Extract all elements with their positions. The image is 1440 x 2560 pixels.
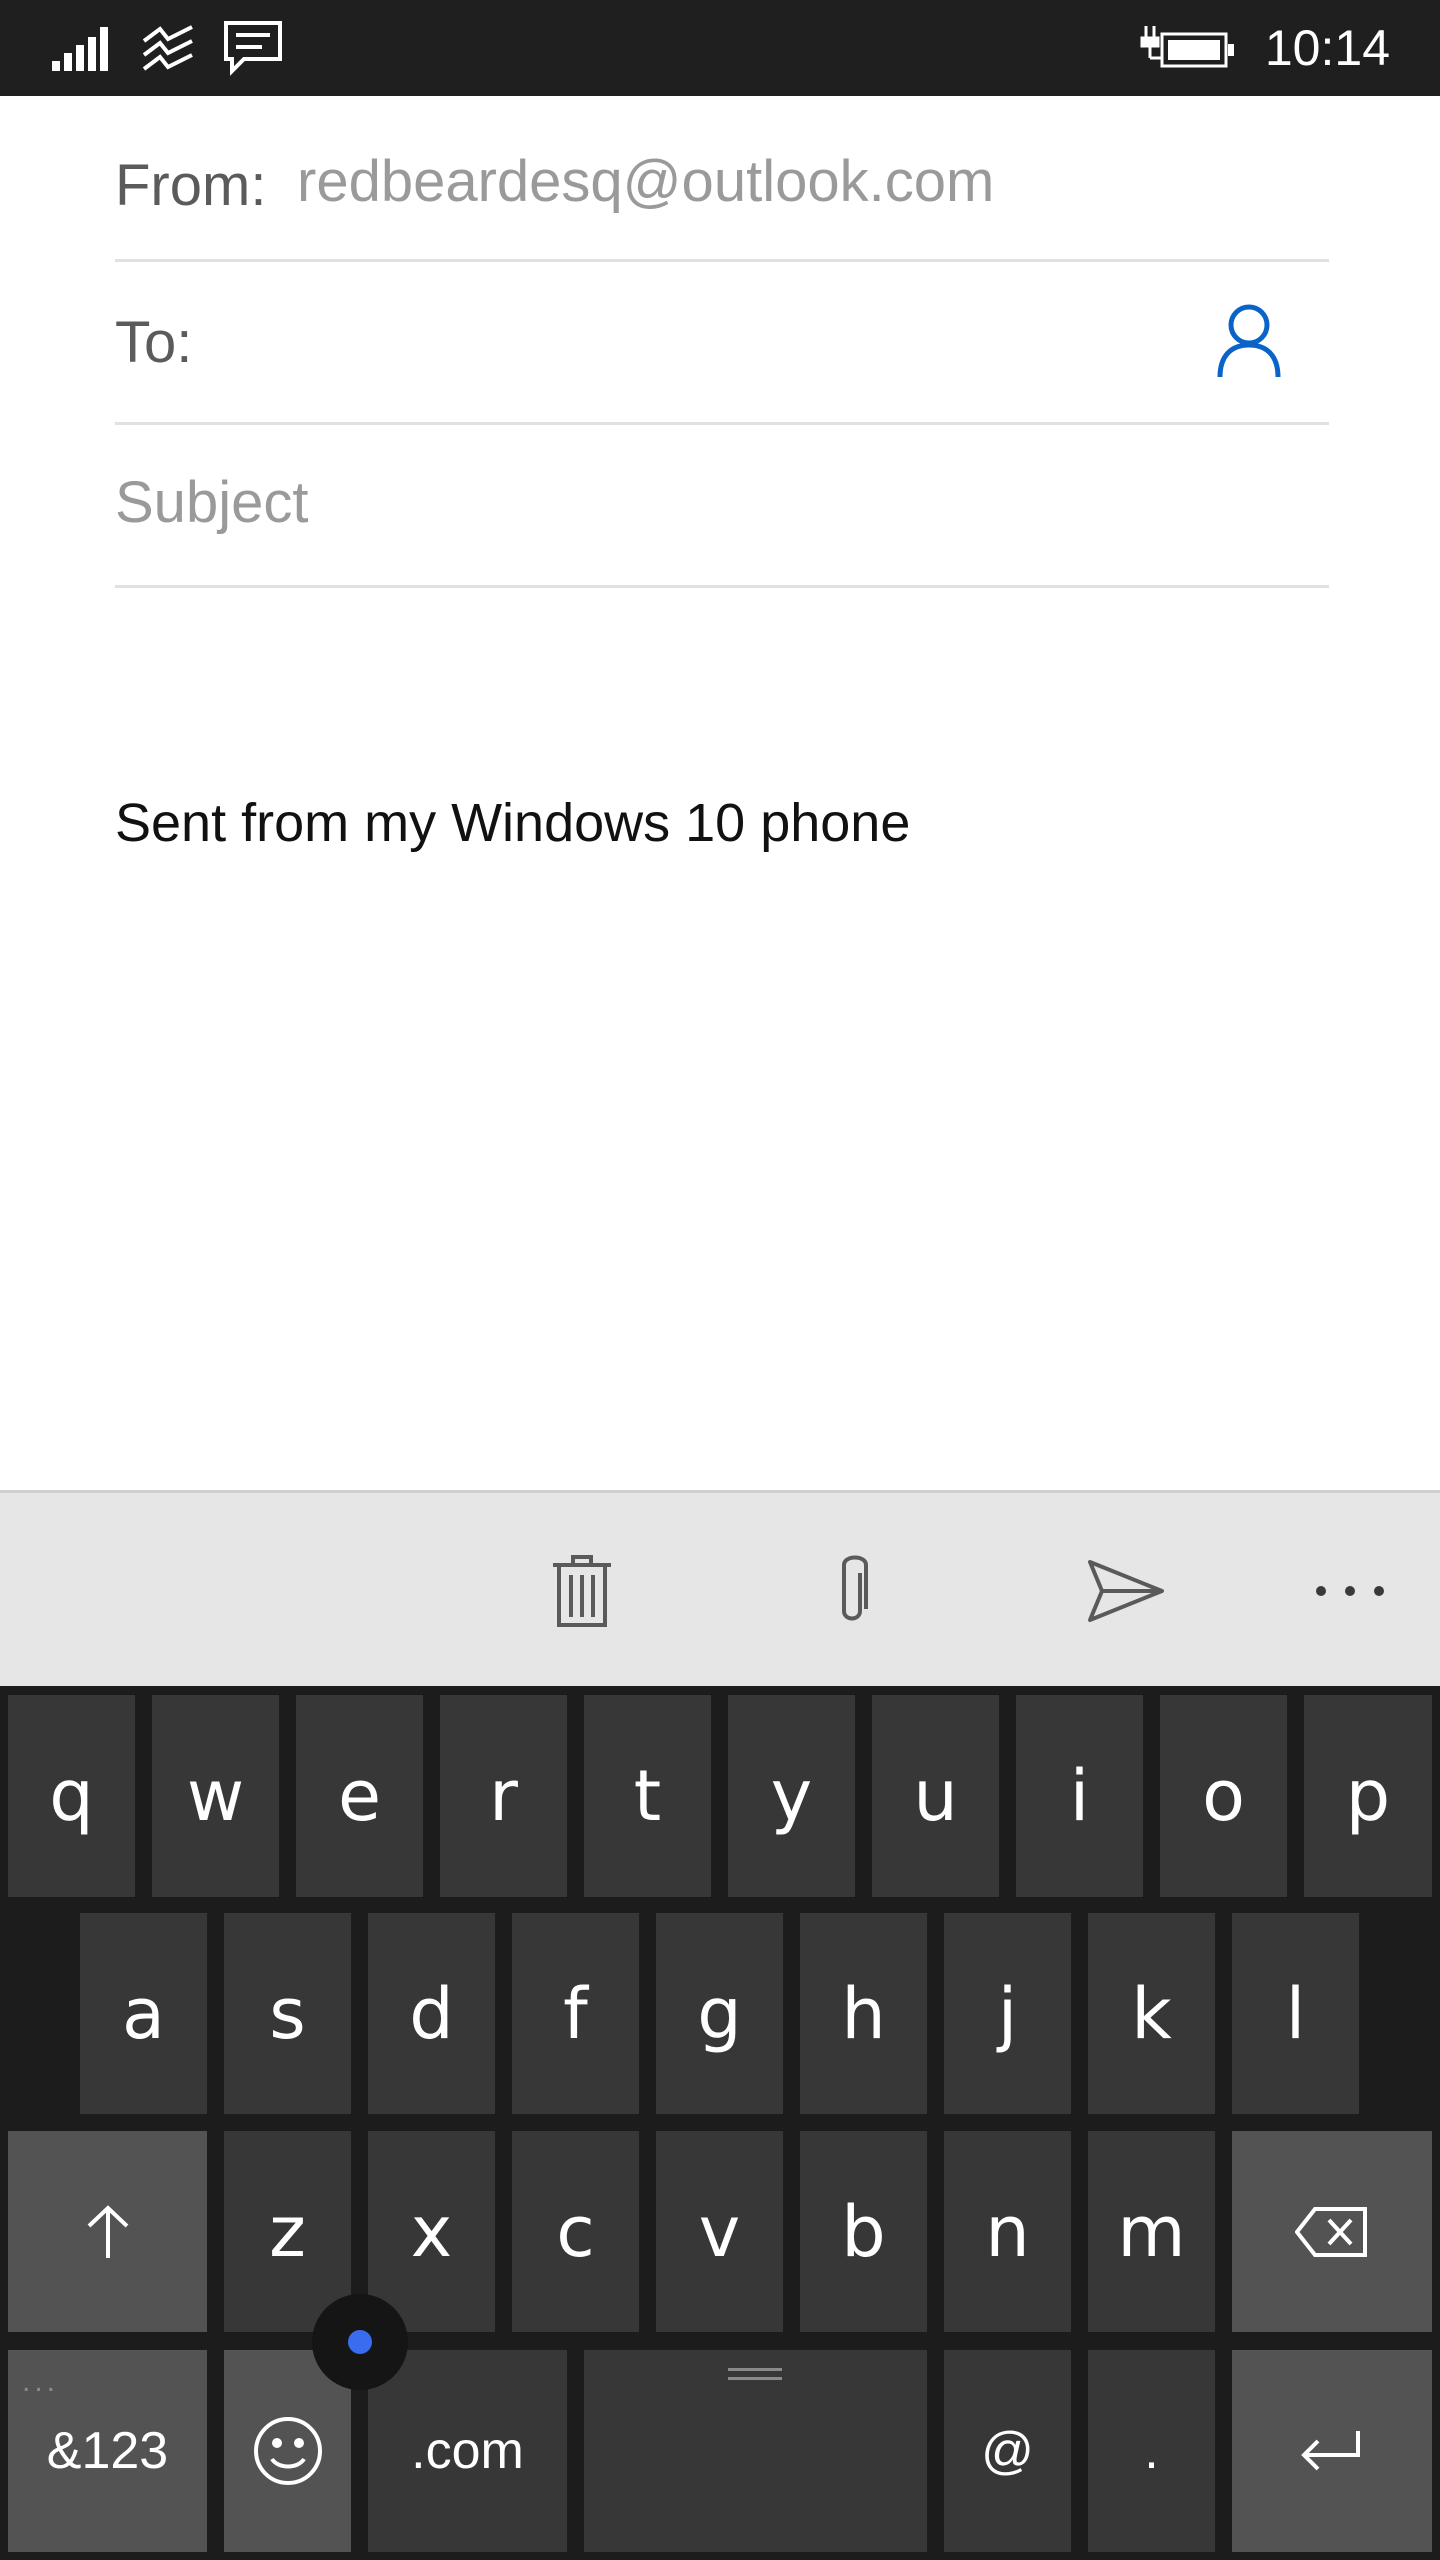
status-bar: 10:14 <box>0 0 1440 96</box>
compose-form: From: redbeardesq@outlook.com To: Sent f… <box>0 96 1440 1490</box>
send-icon[interactable] <box>1056 1493 1196 1689</box>
at-key[interactable]: @ <box>944 2350 1071 2552</box>
key-h[interactable]: h <box>800 1913 927 2114</box>
key-e[interactable]: e <box>296 1695 423 1897</box>
shift-key[interactable] <box>8 2131 207 2332</box>
key-y[interactable]: y <box>728 1695 855 1897</box>
key-g[interactable]: g <box>656 1913 783 2114</box>
key-i[interactable]: i <box>1016 1695 1143 1897</box>
period-key[interactable]: . <box>1088 2350 1215 2552</box>
keyboard-grip-icon[interactable] <box>728 2368 782 2380</box>
key-k[interactable]: k <box>1088 1913 1215 2114</box>
wifi-icon <box>138 0 198 96</box>
key-w[interactable]: w <box>152 1695 279 1897</box>
subject-input[interactable] <box>115 422 1265 582</box>
key-p[interactable]: p <box>1304 1695 1432 1897</box>
cursor-dot-icon <box>348 2330 372 2354</box>
key-l[interactable]: l <box>1232 1913 1359 2114</box>
key-d[interactable]: d <box>368 1913 495 2114</box>
key-o[interactable]: o <box>1160 1695 1287 1897</box>
key-t[interactable]: t <box>584 1695 711 1897</box>
key-j[interactable]: j <box>944 1913 1071 2114</box>
key-r[interactable]: r <box>440 1695 567 1897</box>
subject-field[interactable] <box>115 422 1329 588</box>
key-s[interactable]: s <box>224 1913 351 2114</box>
dotcom-key[interactable]: .com <box>368 2350 567 2552</box>
backspace-key[interactable] <box>1232 2131 1432 2332</box>
message-icon <box>222 0 284 96</box>
command-bar <box>0 1490 1440 1689</box>
key-q[interactable]: q <box>8 1695 135 1897</box>
to-field[interactable]: To: <box>115 259 1329 425</box>
battery-charging-icon <box>1140 0 1236 96</box>
emoji-icon <box>253 2417 322 2485</box>
key-m[interactable]: m <box>1088 2131 1215 2332</box>
contact-picker-icon[interactable] <box>1214 301 1284 381</box>
delete-icon[interactable] <box>512 1493 652 1689</box>
more-icon[interactable] <box>1280 1493 1420 1689</box>
shift-arrow-icon <box>87 2204 128 2258</box>
key-v[interactable]: v <box>656 2131 783 2332</box>
space-bar[interactable] <box>584 2350 927 2552</box>
key-u[interactable]: u <box>872 1695 999 1897</box>
more-options-hint: ... <box>22 2365 60 2398</box>
signal-icon <box>50 0 110 96</box>
key-b[interactable]: b <box>800 2131 927 2332</box>
from-label: From: <box>115 153 267 218</box>
clock: 10:14 <box>1264 20 1390 76</box>
enter-key[interactable] <box>1232 2350 1432 2552</box>
key-a[interactable]: a <box>80 1913 207 2114</box>
from-field[interactable]: From: redbeardesq@outlook.com <box>115 96 1329 262</box>
attach-icon[interactable] <box>782 1493 922 1689</box>
cursor-control[interactable] <box>312 2294 408 2390</box>
message-body[interactable]: Sent from my Windows 10 phone <box>115 792 910 854</box>
key-c[interactable]: c <box>512 2131 639 2332</box>
backspace-icon <box>1295 2206 1367 2257</box>
to-label: To: <box>115 310 193 375</box>
enter-icon <box>1301 2431 1360 2471</box>
from-address[interactable]: redbeardesq@outlook.com <box>297 148 994 215</box>
key-n[interactable]: n <box>944 2131 1071 2332</box>
key-f[interactable]: f <box>512 1913 639 2114</box>
to-input[interactable] <box>215 289 1199 391</box>
